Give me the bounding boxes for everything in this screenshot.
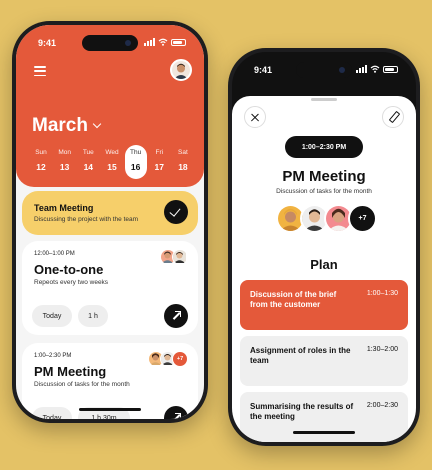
menu-icon[interactable] (34, 66, 46, 76)
card-time: 12:00–1:00 PM (34, 251, 75, 257)
day-date: 17 (154, 162, 165, 172)
one-to-one-card[interactable]: 12:00–1:00 PM One-to-one Repeots every t… (22, 241, 198, 335)
day-date: 15 (107, 162, 117, 172)
day-fri[interactable]: Fri 17 (148, 145, 170, 179)
edit-pencil-icon[interactable] (382, 106, 404, 128)
status-icons (144, 38, 186, 46)
participants-avatars[interactable]: +7 (276, 204, 377, 233)
card-subtitle: Discussion of tasks for the month (34, 381, 130, 388)
day-wed[interactable]: Wed 15 (101, 145, 123, 179)
plan-item-title: Discussion of the brief from the custome… (250, 290, 337, 309)
participants-avatars (160, 249, 188, 265)
wifi-icon (370, 65, 380, 73)
plan-item-time: 1:30–2:00 (366, 346, 398, 353)
home-indicator (79, 408, 141, 411)
day-name: Sat (178, 149, 188, 156)
day-sun[interactable]: Sun 12 (30, 145, 52, 179)
day-date: 14 (83, 162, 94, 172)
dynamic-island (82, 35, 138, 51)
more-participants-badge: +7 (172, 351, 188, 367)
duration-pill[interactable]: 1 h (78, 305, 108, 327)
meeting-subtitle: Discussion of tasks for the month (276, 188, 372, 195)
plan-item-title: Assignment of roles in the team (250, 346, 351, 365)
user-avatar[interactable] (170, 59, 192, 81)
wifi-icon (158, 38, 168, 46)
plan-item[interactable]: Assignment of roles in the team 1:30–2:0… (240, 336, 408, 386)
day-thu-selected[interactable]: Thu 16 (124, 145, 147, 179)
phone-meeting-detail: 9:41 1:00–2:30 PM PM Meeting Discussion … (228, 48, 420, 446)
close-icon[interactable] (244, 106, 266, 128)
card-title: Team Meeting (34, 203, 94, 213)
status-icons (356, 65, 398, 73)
today-pill[interactable]: Today (32, 407, 72, 419)
calendar-screen: 9:41 March Sun 12 Mon 13 Tue 14 Wed 15 T… (16, 25, 204, 419)
plan-item-title: Summarising the results of the meeting (250, 402, 354, 421)
day-sat[interactable]: Sat 18 (172, 145, 194, 179)
day-date: 18 (178, 162, 188, 172)
team-meeting-card[interactable]: Team Meeting Discussing the project with… (22, 191, 198, 235)
status-time: 9:41 (254, 65, 273, 75)
day-tue[interactable]: Tue 14 (77, 145, 99, 179)
battery-icon (171, 38, 186, 46)
home-indicator (293, 431, 355, 434)
month-label: March (32, 115, 88, 136)
plan-item-time: 1:00–1:30 (366, 290, 398, 297)
card-title: PM Meeting (34, 364, 107, 379)
status-time: 9:41 (38, 38, 57, 48)
sheet-grabber[interactable] (311, 98, 337, 101)
day-name: Wed (105, 149, 119, 156)
card-subtitle: Discussing the project with the team (34, 216, 139, 223)
day-name: Fri (155, 149, 164, 156)
dynamic-island (296, 62, 352, 78)
arrow-up-right-icon[interactable] (164, 406, 188, 419)
plan-item-time: 2:00–2:30 (366, 402, 398, 409)
avatar (172, 249, 188, 265)
day-name: Tue (82, 149, 94, 156)
more-participants-badge[interactable]: +7 (348, 204, 377, 233)
battery-icon (383, 65, 398, 73)
card-title: One-to-one (34, 262, 104, 277)
arrow-up-right-icon[interactable] (164, 304, 188, 328)
day-name: Mon (58, 149, 71, 156)
check-icon[interactable] (164, 200, 188, 224)
signal-icon (144, 38, 155, 46)
day-name: Sun (35, 149, 47, 156)
meeting-detail-screen: 9:41 1:00–2:30 PM PM Meeting Discussion … (232, 52, 416, 442)
day-date: 16 (130, 162, 141, 172)
chevron-down-icon (92, 119, 102, 129)
day-name: Thu (130, 149, 142, 156)
plan-heading: Plan (310, 257, 338, 272)
user-avatar-face-icon (172, 61, 190, 79)
day-date: 13 (59, 162, 70, 172)
card-subtitle: Repeots every two weeks (34, 279, 109, 286)
month-selector[interactable]: March (32, 115, 102, 137)
phone-calendar: 9:41 March Sun 12 Mon 13 Tue 14 Wed 15 T… (12, 21, 208, 423)
participants-avatars: +7 (148, 351, 188, 367)
day-mon[interactable]: Mon 13 (54, 145, 76, 179)
calendar-header: 9:41 March Sun 12 Mon 13 Tue 14 Wed 15 T… (16, 25, 204, 187)
plan-item[interactable]: Summarising the results of the meeting 2… (240, 392, 408, 442)
week-strip: Sun 12 Mon 13 Tue 14 Wed 15 Thu 16 Fri 17 Sat 1… (30, 145, 194, 179)
meeting-sheet: 1:00–2:30 PM PM Meeting Discussion of ta… (232, 96, 416, 442)
time-range-pill: 1:00–2:30 PM (285, 136, 363, 158)
card-time: 1:00–2:30 PM (34, 353, 72, 359)
today-pill[interactable]: Today (32, 305, 72, 327)
meeting-title: PM Meeting (282, 168, 366, 185)
day-date: 12 (36, 162, 46, 172)
signal-icon (356, 65, 367, 73)
plan-item[interactable]: Discussion of the brief from the custome… (240, 280, 408, 330)
